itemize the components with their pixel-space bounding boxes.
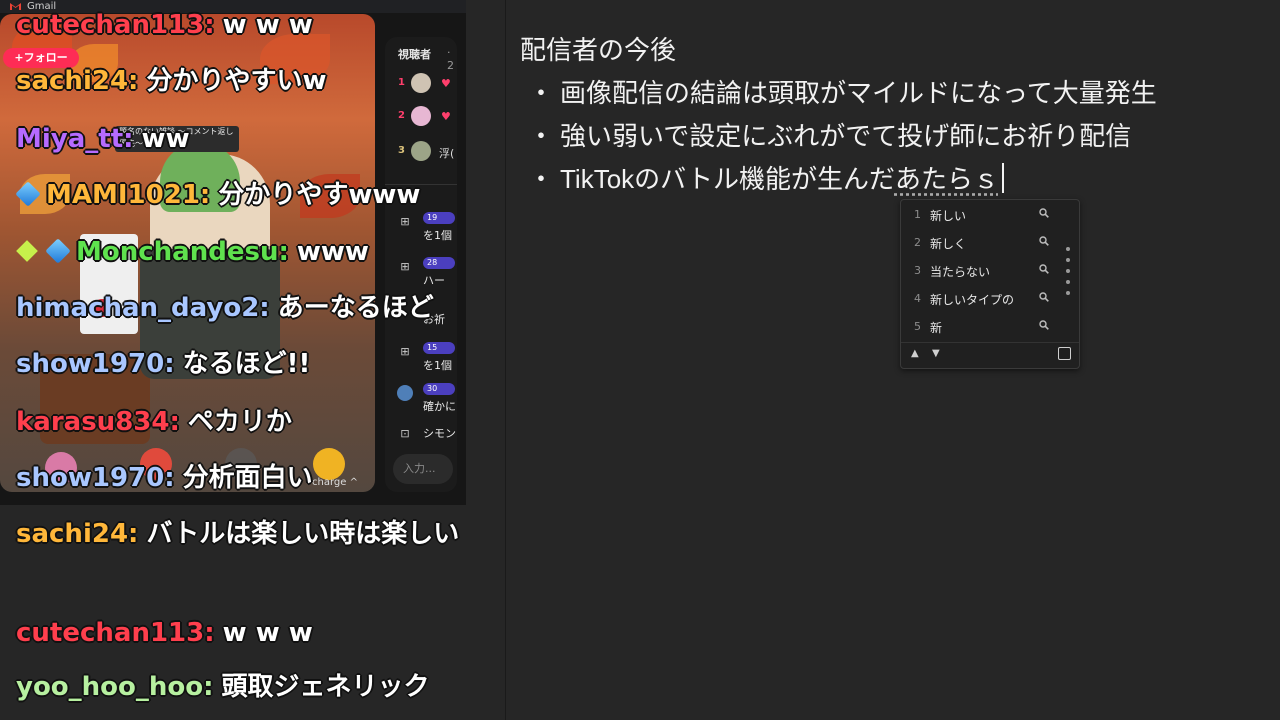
- search-icon[interactable]: [1039, 208, 1049, 218]
- notes-editor[interactable]: 配信者の今後 ・画像配信の結論は頭取がマイルドになって大量発生 ・強い弱いで設定…: [506, 0, 1280, 720]
- bullet-marker: ・: [528, 164, 555, 194]
- ime-candidate[interactable]: 5 新: [901, 313, 1061, 341]
- note-bullet-editing[interactable]: ・ TikTokのバトル機能が生んだあたらｓ: [528, 159, 1004, 196]
- chat-message: karasu834: ペカリか: [16, 405, 292, 439]
- chat-text: ww: [141, 124, 190, 154]
- scroll-indicator[interactable]: [1066, 269, 1070, 273]
- candidate-number: 2: [914, 236, 921, 249]
- candidate-text: 新しく: [930, 237, 967, 251]
- note-bullet: ・強い弱いで設定にぶれがでて投げ師にお祈り配信: [528, 116, 1131, 153]
- ime-candidate[interactable]: 1 新しい: [901, 201, 1061, 229]
- candidate-text: 新: [930, 321, 943, 335]
- chat-message: sachi24: 分かりやすいw: [16, 64, 326, 98]
- chat-text: 分かりやすwww: [218, 180, 421, 210]
- arrow-up-icon[interactable]: ▲: [911, 348, 919, 359]
- chat-username: Miya_tt:: [16, 124, 134, 154]
- chat-message: yoo_hoo_hoo: 頭取ジェネリック: [16, 670, 430, 704]
- candidate-number: 4: [914, 292, 921, 305]
- ime-candidate-window: 1 新しい 2 新しく 3 当たらない 4 新しいタイプの 5 新 ▲ ▼: [900, 199, 1080, 369]
- chat-log: cutechan113: w w w sachi24: 分かりやすいw Miya_t…: [0, 0, 500, 720]
- chat-text: 頭取ジェネリック: [221, 672, 430, 702]
- chat-message: himachan_dayo2: あーなるほど: [16, 291, 434, 325]
- scroll-indicator[interactable]: [1066, 280, 1070, 284]
- candidate-number: 1: [914, 208, 921, 221]
- chat-username: himachan_dayo2:: [16, 293, 270, 323]
- candidate-text: 新しい: [930, 209, 967, 223]
- chat-message: show1970: なるほど!!: [16, 347, 310, 381]
- diamond-badge-icon: [16, 240, 38, 262]
- chat-text: www: [296, 237, 369, 267]
- chat-username: yoo_hoo_hoo:: [16, 672, 214, 702]
- chat-text: あーなるほど: [277, 293, 434, 323]
- chat-message: show1970: 分析面白い: [16, 461, 313, 495]
- chat-username: MAMI1021:: [46, 180, 211, 210]
- bullet-marker: ・: [528, 121, 555, 151]
- search-icon[interactable]: [1039, 236, 1049, 246]
- divider: [901, 342, 1079, 343]
- chat-text: w w w: [222, 10, 313, 40]
- note-bullet-text: TikTokのバトル機能が生んだ: [560, 164, 895, 194]
- chat-username: cutechan113:: [16, 618, 215, 648]
- scroll-indicator[interactable]: [1066, 291, 1070, 295]
- search-icon[interactable]: [1039, 264, 1049, 274]
- note-bullet-text: 強い弱いで設定にぶれがでて投げ師にお祈り配信: [560, 121, 1132, 151]
- chat-username: Monchandesu:: [76, 237, 289, 267]
- chat-username: show1970:: [16, 463, 175, 493]
- note-bullet: ・画像配信の結論は頭取がマイルドになって大量発生: [528, 73, 1157, 110]
- search-icon[interactable]: [1039, 292, 1049, 302]
- text-caret: [1001, 163, 1004, 193]
- candidate-text: 新しいタイプの: [930, 293, 1015, 307]
- chat-username: cutechan113:: [16, 10, 215, 40]
- cube-badge-icon: [15, 181, 41, 207]
- chat-message: cutechan113: w w w: [16, 8, 313, 42]
- ime-candidate[interactable]: 2 新しく: [901, 229, 1061, 257]
- candidate-number: 3: [914, 264, 921, 277]
- cube-badge-icon: [45, 238, 71, 264]
- chat-username: sachi24:: [16, 66, 139, 96]
- chat-text: なるほど!!: [182, 349, 311, 379]
- candidate-number: 5: [914, 320, 921, 333]
- chat-username: show1970:: [16, 349, 175, 379]
- chat-message: Miya_tt: ww: [16, 122, 190, 156]
- arrow-down-icon[interactable]: ▼: [932, 348, 940, 359]
- chat-text: 分かりやすいw: [146, 66, 327, 96]
- chat-username: sachi24:: [16, 519, 139, 549]
- chat-text: バトルは楽しい時は楽しい: [146, 519, 460, 549]
- scroll-indicator[interactable]: [1066, 258, 1070, 262]
- ime-composition-text: あたらｓ: [894, 164, 999, 194]
- scroll-indicator[interactable]: [1066, 247, 1070, 251]
- bullet-marker: ・: [528, 78, 555, 108]
- chat-text: ペカリか: [187, 407, 292, 437]
- note-bullet-text: 画像配信の結論は頭取がマイルドになって大量発生: [560, 78, 1157, 108]
- chat-text: 分析面白い: [182, 463, 313, 493]
- search-icon[interactable]: [1039, 320, 1049, 330]
- dictionary-icon[interactable]: [1058, 347, 1071, 360]
- chat-message: sachi24: バトルは楽しい時は楽しい: [16, 517, 486, 551]
- chat-message: MAMI1021: 分かりやすwww: [15, 178, 421, 212]
- chat-text: w w w: [222, 618, 313, 648]
- candidate-text: 当たらない: [930, 265, 991, 279]
- chat-username: karasu834:: [16, 407, 180, 437]
- ime-candidate[interactable]: 4 新しいタイプの: [901, 285, 1061, 313]
- note-title: 配信者の今後: [520, 35, 677, 65]
- ime-candidate[interactable]: 3 当たらない: [901, 257, 1061, 285]
- chat-message: Monchandesu: www: [16, 235, 369, 269]
- chat-message: cutechan113: w w w: [16, 616, 313, 650]
